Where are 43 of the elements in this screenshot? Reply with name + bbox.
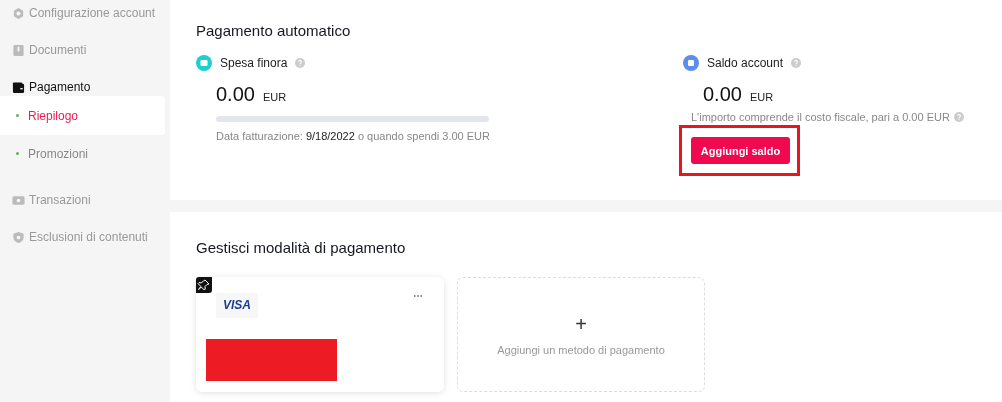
help-icon[interactable] [295,58,306,68]
add-method-label: Aggiungi un metodo di pagamento [497,343,665,356]
amount: 0.00 [216,83,255,106]
balance-icon [683,55,699,71]
nav-label: Promozioni [28,146,89,161]
plus-icon: + [575,313,587,334]
nav-item[interactable]: Pagamento [0,77,165,97]
shield-icon [12,230,25,244]
nav-subitem[interactable]: Promozioni [0,134,165,173]
wallet-icon [12,80,25,94]
nav-label: Transazioni [29,193,91,207]
nav-label: Documenti [29,43,87,57]
money-icon [12,193,25,207]
tax-note: L'importo comprende il costo fiscale, pari a 0.00 EUR [691,111,950,123]
nav-label: Esclusioni di contenuti [29,230,148,244]
nav-subitem[interactable]: Riepilogo [0,96,165,135]
amount: 0.00 [703,83,742,106]
stat-label: Spesa finora [220,56,288,70]
currency: EUR [749,91,774,103]
add-method-card[interactable]: + Aggiungi un metodo di pagamento [457,277,705,392]
help-icon[interactable] [953,112,964,122]
nav-label: Configurazione account [29,6,156,20]
document-icon [12,43,25,57]
nav-item[interactable]: Esclusioni di contenuti [0,227,165,247]
payment-card[interactable]: VISA [196,277,444,392]
wallet-icon [196,55,212,71]
currency: EUR [262,91,287,103]
nav-label: Riepilogo [28,108,79,123]
help-icon[interactable] [791,58,802,68]
nav-item[interactable]: Documenti [0,40,165,60]
add-balance-button[interactable]: Aggiungi saldo [691,137,790,164]
pin-icon[interactable] [196,277,212,293]
card-brand-logo: VISA [216,293,258,318]
nav-item[interactable]: Configurazione account [0,3,165,23]
bullet-icon [16,152,19,155]
nav-label: Pagamento [29,80,91,94]
stat-label: Saldo account [707,56,784,70]
gear-icon [12,6,25,20]
billing-note: Data fatturazione: 9/18/2022 o quando spendi 3.00 EUR [216,130,491,142]
nav-item[interactable]: Transazioni [0,190,165,210]
bullet-icon [16,114,19,117]
section-title: Gestisci modalità di pagamento [196,238,407,256]
section-title: Pagamento automatico [196,21,352,39]
